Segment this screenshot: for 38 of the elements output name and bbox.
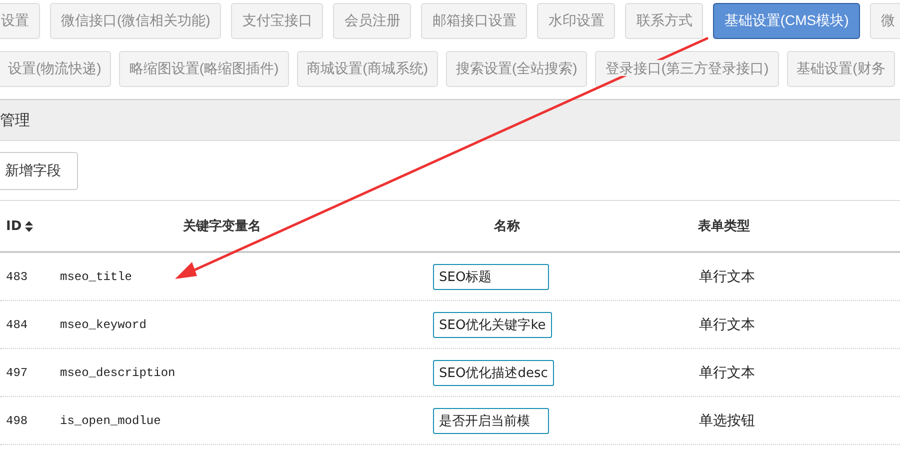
table-cell: 单行文本 xyxy=(699,268,755,284)
nav-tab[interactable]: 微信接口(微信相关功能) xyxy=(50,3,222,39)
name-field[interactable]: SEO优化关键字ke xyxy=(433,312,552,338)
table-cell: mseo_title xyxy=(60,270,132,284)
column-header: 表单类型 xyxy=(698,219,750,234)
column-header[interactable]: ID xyxy=(6,218,22,234)
table-cell: 484 xyxy=(6,318,28,332)
nav-tab[interactable]: 搜索设置(全站搜索) xyxy=(446,51,588,87)
nav-tab[interactable]: 水印设置 xyxy=(537,3,616,39)
name-field[interactable]: SEO优化描述desc xyxy=(433,360,554,386)
nav-tab[interactable]: 微 xyxy=(870,3,900,39)
nav-tab[interactable]: 略缩图设置(略缩图插件) xyxy=(119,51,289,87)
nav-tab[interactable]: 设置 xyxy=(0,3,40,39)
column-header: 关键字变量名 xyxy=(183,219,261,234)
table-cell: 483 xyxy=(6,270,28,284)
table-cell: is_open_modlue xyxy=(60,414,161,428)
add-field-button[interactable]: 新增字段 xyxy=(0,152,78,190)
table-cell: 498 xyxy=(6,414,28,428)
nav-tab[interactable]: 联系方式 xyxy=(625,3,704,39)
column-header: 名称 xyxy=(494,219,520,234)
table-cell: mseo_description xyxy=(60,366,176,380)
nav-tab[interactable]: 基础设置(财务 xyxy=(786,51,896,87)
panel-title: 管理 xyxy=(0,110,30,130)
table-cell: 单行文本 xyxy=(699,316,755,332)
nav-tab[interactable]: 设置(物流快递) xyxy=(0,51,112,87)
table-cell: 单选按钮 xyxy=(699,412,755,428)
nav-tab[interactable]: 支付宝接口 xyxy=(231,3,324,39)
nav-tab[interactable]: 登录接口(第三方登录接口) xyxy=(595,51,779,87)
name-field[interactable]: 是否开启当前模 xyxy=(433,408,549,434)
table-cell: 单行文本 xyxy=(699,364,755,380)
nav-tab[interactable]: 邮箱接口设置 xyxy=(421,3,528,39)
nav-tab[interactable]: 会员注册 xyxy=(333,3,412,39)
sort-icon[interactable] xyxy=(24,220,33,232)
table-cell: mseo_keyword xyxy=(60,318,146,332)
nav-tab[interactable]: 基础设置(CMS模块) xyxy=(713,3,860,39)
nav-tab[interactable]: 商城设置(商城系统) xyxy=(296,51,438,87)
name-field[interactable]: SEO标题 xyxy=(433,264,549,290)
table-cell: 497 xyxy=(6,366,28,380)
